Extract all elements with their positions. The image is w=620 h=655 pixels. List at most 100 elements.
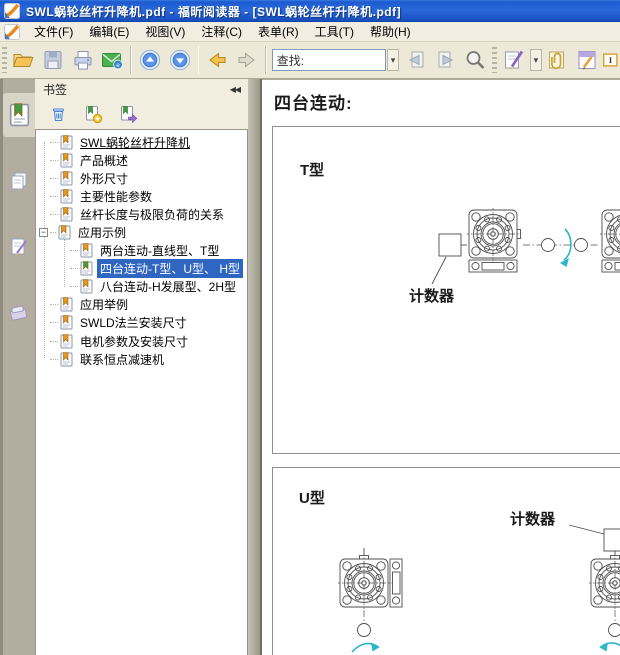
bookmark-label[interactable]: 四台连动-T型、U型、 H型 (97, 259, 243, 278)
comments-panel-tab[interactable] (3, 225, 35, 269)
bookmark-icon (60, 297, 73, 312)
bookmark-item-selected[interactable]: 四台连动-T型、U型、 H型 (36, 260, 247, 278)
email-envelope-icon: e (100, 48, 124, 72)
foxit-doc-icon (4, 24, 20, 40)
email-button[interactable]: e (98, 43, 128, 77)
print-button[interactable] (68, 43, 98, 77)
bookmark-label[interactable]: 应用示例 (75, 223, 129, 242)
bookmark-icon (60, 352, 73, 367)
note-tool-button[interactable] (499, 43, 529, 77)
go-back-button[interactable] (202, 43, 232, 77)
previous-page-button[interactable] (135, 43, 165, 77)
export-bookmark-button[interactable] (117, 104, 139, 126)
text-note-button[interactable] (572, 43, 602, 77)
go-forward-button[interactable] (232, 43, 262, 77)
text-note-icon (575, 48, 599, 72)
bookmark-label[interactable]: 主要性能参数 (77, 187, 155, 206)
bookmark-label[interactable]: 产品概述 (77, 151, 131, 170)
foxit-app-icon[interactable] (4, 3, 20, 19)
bookmark-icon (60, 189, 73, 204)
bookmark-item[interactable]: SWL蜗轮丝杆升降机 (36, 133, 247, 151)
typewriter-icon: I (602, 48, 619, 72)
toolbar: e (0, 42, 620, 79)
tree-connector (50, 160, 58, 161)
bookmark-item[interactable]: 应用举例 (36, 296, 247, 314)
bookmark-item[interactable]: 主要性能参数 (36, 187, 247, 205)
comments-panel-icon (8, 236, 30, 258)
find-input[interactable] (272, 49, 386, 71)
typewriter-button[interactable]: I (601, 43, 620, 77)
bookmark-item[interactable]: 联系恒点减速机 (36, 350, 247, 368)
delete-bookmark-button[interactable] (47, 104, 69, 126)
bookmark-icon (60, 135, 73, 150)
tree-connector (50, 304, 58, 305)
attach-file-button[interactable] (542, 43, 572, 77)
bookmark-item[interactable]: 产品概述 (36, 151, 247, 169)
note-tool-dropdown-icon[interactable]: ▾ (530, 49, 543, 71)
bookmark-item[interactable]: − 应用示例 (36, 223, 247, 241)
bookmark-label[interactable]: 电机参数及安装尺寸 (77, 332, 191, 351)
bookmark-label[interactable]: SWLD法兰安装尺寸 (77, 313, 190, 332)
bookmark-icon (60, 207, 73, 222)
bookmark-item[interactable]: SWLD法兰安装尺寸 (36, 314, 247, 332)
diagram-box-u-type: U型 计数器 (272, 467, 620, 655)
u-type-diagram (273, 468, 620, 655)
printer-icon (71, 48, 95, 72)
tree-connector (50, 196, 58, 197)
panel-splitter[interactable] (248, 79, 262, 655)
bookmark-item[interactable]: 外形尺寸 (36, 169, 247, 187)
menu-edit[interactable]: 编辑(E) (81, 21, 137, 42)
toolbar-grip[interactable] (492, 47, 497, 73)
find-next-button[interactable] (431, 43, 461, 77)
bookmark-item[interactable]: 八台连动-H发展型、2H型 (36, 278, 247, 296)
svg-text:e: e (117, 62, 121, 69)
tree-connector (50, 214, 58, 215)
next-page-button[interactable] (165, 43, 195, 77)
pages-panel-tab[interactable] (3, 159, 35, 203)
bookmark-tree: SWL蜗轮丝杆升降机 产品概述 外形尺寸 主要性能参数 (35, 129, 248, 655)
app-window: SWL蜗轮丝杆升降机.pdf - 福昕阅读器 - [SWL蜗轮丝杆升降机.pdf… (0, 0, 620, 655)
bookmarks-panel: 书签 ◀◀ (35, 79, 248, 655)
menu-view[interactable]: 视图(V) (137, 21, 193, 42)
bookmark-label[interactable]: 联系恒点减速机 (77, 350, 167, 369)
menu-help[interactable]: 帮助(H) (362, 21, 419, 42)
toolbar-separator (130, 46, 132, 74)
menu-forms[interactable]: 表单(R) (250, 21, 307, 42)
attachments-panel-tab[interactable] (3, 291, 35, 335)
tree-connector (50, 341, 58, 342)
open-button[interactable] (9, 43, 39, 77)
forward-arrow-icon (235, 48, 259, 72)
export-bookmark-icon (119, 105, 138, 124)
bookmark-label[interactable]: 应用举例 (77, 295, 131, 314)
bookmark-icon (60, 171, 73, 186)
paperclip-icon (545, 48, 569, 72)
bookmark-item[interactable]: 电机参数及安装尺寸 (36, 332, 247, 350)
section-heading: 四台连动: (274, 89, 353, 114)
toolbar-grip[interactable] (2, 47, 7, 73)
save-button[interactable] (38, 43, 68, 77)
find-next-icon (434, 48, 458, 72)
bookmark-label[interactable]: 八台连动-H发展型、2H型 (97, 277, 239, 296)
tree-connector (50, 359, 58, 360)
collapse-panel-icon[interactable]: ◀◀ (230, 85, 240, 94)
menu-comments[interactable]: 注释(C) (193, 21, 250, 42)
bookmark-label[interactable]: 丝杆长度与极限负荷的关系 (77, 205, 227, 224)
menu-tools[interactable]: 工具(T) (307, 21, 362, 42)
tree-connector (70, 268, 78, 269)
collapse-minus-icon[interactable]: − (39, 228, 48, 237)
bookmark-item[interactable]: 两台连动-直线型、T型 (36, 242, 247, 260)
bookmark-label[interactable]: SWL蜗轮丝杆升降机 (77, 133, 193, 152)
add-bookmark-button[interactable] (82, 104, 104, 126)
tree-connector (50, 322, 58, 323)
bookmark-label[interactable]: 外形尺寸 (77, 169, 131, 188)
bookmark-label[interactable]: 两台连动-直线型、T型 (97, 241, 222, 260)
panel-header: 书签 ◀◀ (35, 79, 248, 100)
menu-file[interactable]: 文件(F) (26, 21, 81, 42)
back-arrow-icon (205, 48, 229, 72)
find-previous-button[interactable] (401, 43, 431, 77)
find-dropdown-icon[interactable]: ▾ (387, 49, 400, 71)
bookmark-item[interactable]: 丝杆长度与极限负荷的关系 (36, 205, 247, 223)
search-button[interactable] (461, 43, 491, 77)
bookmark-icon (60, 315, 73, 330)
bookmarks-panel-tab[interactable] (3, 93, 35, 137)
